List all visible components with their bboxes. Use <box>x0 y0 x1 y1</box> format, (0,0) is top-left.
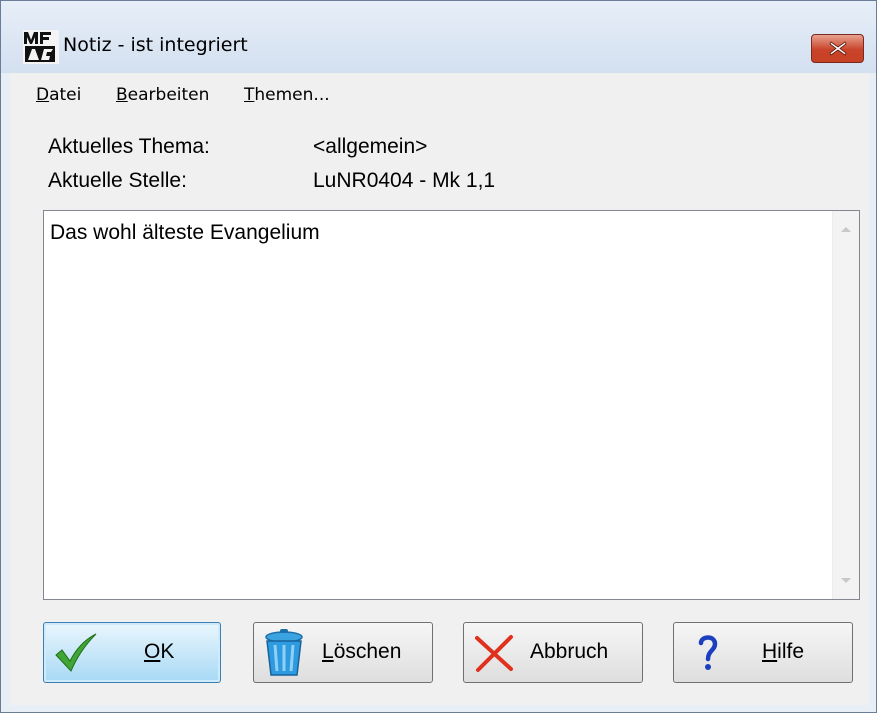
scroll-up-icon[interactable] <box>841 227 851 232</box>
scroll-down-icon[interactable] <box>841 578 851 583</box>
trash-icon <box>265 629 303 676</box>
help-button[interactable]: Hilfe <box>673 622 853 683</box>
delete-button[interactable]: Löschen <box>253 622 433 683</box>
window-title: Notiz - ist integriert <box>63 34 248 56</box>
checkmark-icon <box>55 633 97 672</box>
vertical-scrollbar[interactable] <box>832 211 859 599</box>
place-label: Aktuelle Stelle: <box>48 169 187 192</box>
menu-themen[interactable]: Themen... <box>244 85 330 105</box>
theme-value: <allgemein> <box>313 135 428 158</box>
menu-bar: Datei Bearbeiten Themen... <box>10 73 869 115</box>
cancel-button[interactable]: Abbruch <box>463 622 643 683</box>
note-textarea[interactable]: Das wohl älteste Evangelium <box>43 210 860 600</box>
dialog-body: Datei Bearbeiten Themen... Aktuelles The… <box>10 73 869 705</box>
menu-datei[interactable]: Datei <box>36 85 81 105</box>
close-button[interactable] <box>811 34 864 63</box>
cancel-label: Abbruch <box>530 640 609 663</box>
notiz-dialog: Notiz - ist integriert Datei Bearbeiten … <box>0 0 877 713</box>
question-icon <box>698 635 718 670</box>
theme-label: Aktuelles Thema: <box>48 135 210 158</box>
menu-bearbeiten[interactable]: Bearbeiten <box>116 85 209 105</box>
title-bar[interactable]: Notiz - ist integriert <box>1 1 876 73</box>
x-icon <box>475 635 513 672</box>
app-logo-icon <box>23 30 59 64</box>
place-value: LuNR0404 - Mk 1,1 <box>313 169 496 192</box>
ok-button[interactable]: OK <box>43 622 221 683</box>
close-icon <box>829 41 847 56</box>
note-text: Das wohl älteste Evangelium <box>50 221 320 244</box>
